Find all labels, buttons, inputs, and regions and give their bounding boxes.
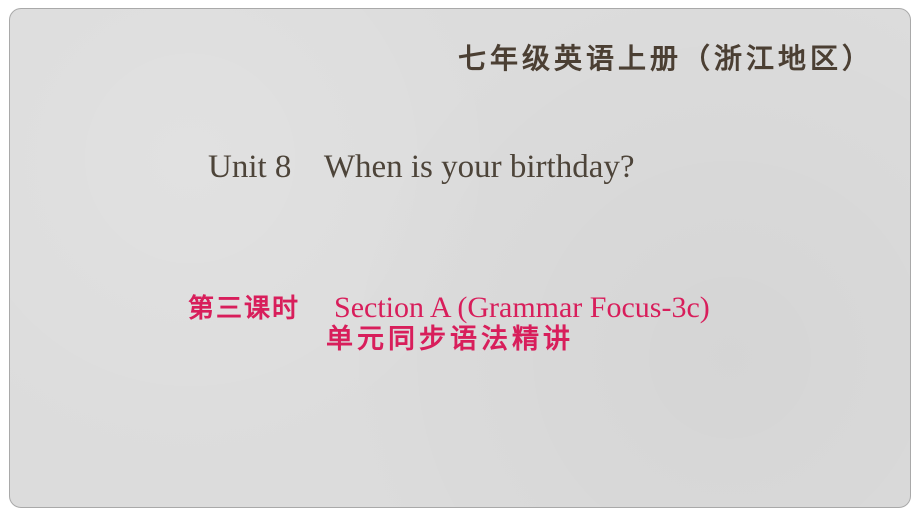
slide: 七年级英语上册（浙江地区） Unit 8 When is your birthd…	[9, 8, 911, 508]
lesson-period: 第三课时	[188, 294, 301, 324]
series-title: 七年级英语上册（浙江地区）	[457, 42, 874, 75]
unit-title: Unit 8 When is your birthday?	[208, 149, 635, 185]
subtitle: 单元同步语法精讲	[326, 324, 574, 355]
